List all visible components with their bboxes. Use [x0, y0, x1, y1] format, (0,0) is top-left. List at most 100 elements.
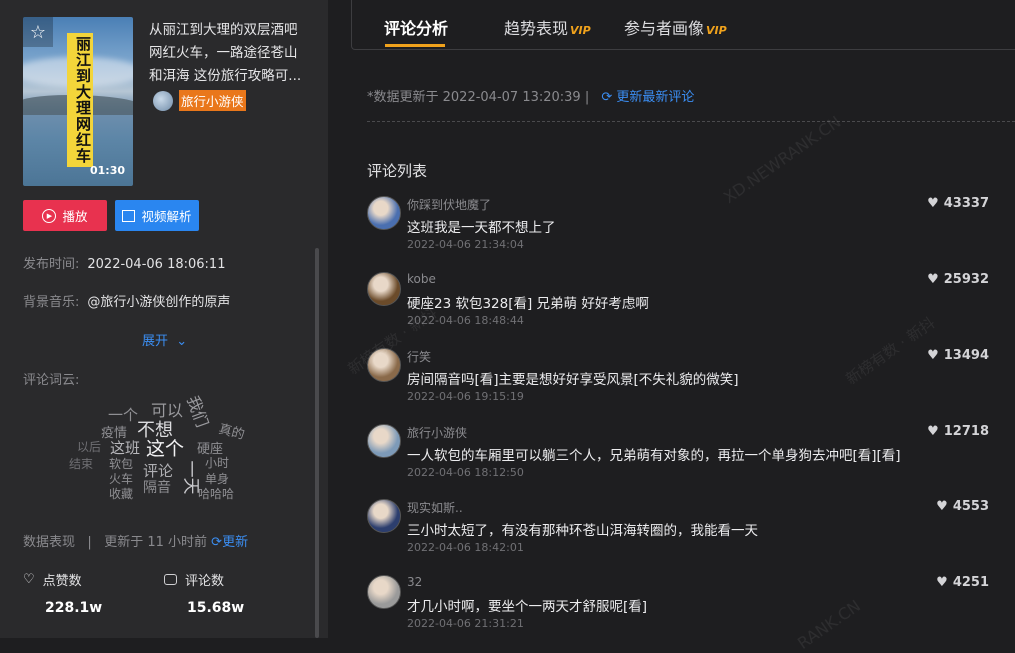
comment-date: 2022-04-06 19:15:19	[407, 390, 524, 403]
user-avatar[interactable]	[367, 575, 401, 609]
user-avatar[interactable]	[367, 499, 401, 533]
wordcloud-word: 隔音	[143, 480, 171, 496]
comment-likes: ♥ 43337	[927, 196, 989, 211]
likes-value: 228.1w	[45, 600, 103, 616]
comment-username[interactable]: 现实如斯..	[407, 499, 463, 516]
analysis-label: 视频解析	[141, 209, 192, 224]
comment-date: 2022-04-06 18:12:50	[407, 466, 524, 479]
update-time: *数据更新于 2022-04-07 13:20:39 |	[367, 90, 590, 105]
comment-item: kobe 硬座23 软包328[看] 兄弟萌 好好考虑啊 2022-04-06 18…	[367, 272, 989, 342]
wordcloud-word: 小时	[205, 456, 230, 470]
heart-icon: ♥	[936, 499, 948, 514]
publish-label: 发布时间:	[23, 257, 80, 272]
comment-username[interactable]: 行笑	[407, 348, 431, 365]
comment-item: 旅行小游侠 一人软包的车厢里可以躺三个人，兄弟萌有对象的，再拉一个单身狗去冲吧[看…	[367, 424, 989, 494]
author-name[interactable]: 旅行小游侠	[179, 90, 246, 111]
user-avatar[interactable]	[367, 196, 401, 230]
tab-bar: 评论分析 趋势表现 VIP 参与者画像 VIP	[351, 0, 1015, 50]
likes-count: 4553	[952, 499, 989, 514]
likes-label: 点赞数	[42, 574, 82, 589]
tab-label: 趋势表现	[504, 19, 569, 38]
stats-header: 数据表现 | 更新于 11 小时前 ⟳更新	[23, 531, 248, 550]
comment-username[interactable]: 32	[407, 575, 422, 589]
watermark: XD.NEWRANK.CN	[720, 112, 845, 207]
user-avatar[interactable]	[367, 272, 401, 306]
vip-badge: VIP	[706, 24, 727, 37]
wordcloud-word: 这个	[146, 438, 185, 460]
comment-username[interactable]: 旅行小游侠	[407, 424, 467, 441]
background-music: 背景音乐: @旅行小游侠创作的原声	[23, 291, 230, 310]
refresh-button[interactable]: ⟳更新	[211, 535, 248, 550]
music-label: 背景音乐:	[23, 295, 80, 310]
publish-value: 2022-04-06 18:06:11	[87, 257, 226, 272]
refresh-icon: ⟳	[211, 535, 223, 550]
likes-count: 43337	[943, 196, 989, 211]
play-button[interactable]: ▶ 播放	[23, 200, 107, 231]
video-info-panel: ☆ 丽江到大理网红车 01:30 从丽江到大理的双层酒吧网红火车，一路途径苍山和…	[0, 0, 328, 638]
image-icon	[122, 209, 136, 222]
comment-text: 三小时太短了，有没有那种环苍山洱海转圈的，我能看一天	[407, 523, 758, 539]
wordcloud-label: 评论词云:	[23, 373, 80, 388]
comment-item: 32 才几小时啊，要坐个一两天才舒服呢[看] 2022-04-06 21:31:21…	[367, 575, 989, 645]
comment-text: 硬座23 软包328[看] 兄弟萌 好好考虑啊	[407, 296, 649, 312]
comment-list-title: 评论列表	[367, 162, 428, 180]
tab-trend[interactable]: 趋势表现 VIP	[504, 15, 591, 39]
comment-likes: ♥ 4553	[936, 499, 989, 514]
heart-icon: ♥	[936, 575, 948, 590]
comment-likes: ♥ 13494	[927, 348, 989, 363]
comment-item: 你踩到伏地魔了 这班我是一天都不想上了 2022-04-06 21:34:04 ♥ 43…	[367, 196, 989, 266]
comments-value: 15.68w	[187, 600, 245, 616]
expand-label: 展开	[142, 334, 169, 349]
tab-label: 参与者画像	[624, 19, 705, 38]
author[interactable]: 旅行小游侠	[153, 90, 246, 111]
heart-icon: ♥	[927, 196, 939, 211]
comment-username[interactable]: kobe	[407, 272, 436, 286]
video-title[interactable]: 从丽江到大理的双层酒吧网红火车，一路途径苍山和洱海 这份旅行攻略可...	[149, 19, 309, 88]
comment-date: 2022-04-06 21:31:21	[407, 617, 524, 630]
chevron-down-icon: ⌄	[172, 334, 188, 349]
heart-icon: ♥	[927, 348, 939, 363]
author-avatar	[153, 90, 173, 111]
tab-comment-analysis[interactable]: 评论分析	[384, 15, 448, 39]
wordcloud-word: 哈哈哈	[198, 487, 235, 501]
video-analysis-button[interactable]: 视频解析	[115, 200, 199, 231]
comment-text: 房间隔音吗[看]主要是想好好享受风景[不失礼貌的微笑]	[407, 372, 739, 388]
divider	[367, 121, 1015, 122]
comment-likes: ♥ 25932	[927, 272, 989, 287]
comment-analysis-panel: 评论分析 趋势表现 VIP 参与者画像 VIP *数据更新于 2022-04-07 …	[338, 0, 1015, 653]
user-avatar[interactable]	[367, 424, 401, 458]
music-value: @旅行小游侠创作的原声	[87, 295, 231, 310]
play-label: 播放	[62, 209, 88, 224]
star-icon[interactable]: ☆	[23, 17, 53, 47]
cover-title: 丽江到大理网红车	[67, 33, 93, 167]
wordcloud-word: 结束	[69, 457, 94, 471]
comment-likes: ♥ 12718	[927, 424, 989, 439]
comment-item: 现实如斯.. 三小时太短了，有没有那种环苍山洱海转圈的，我能看一天 2022-04-…	[367, 499, 989, 569]
refresh-icon: ⟳	[601, 90, 613, 105]
comment-icon	[164, 574, 177, 585]
refresh-comments-button[interactable]: ⟳ 更新最新评论	[601, 90, 694, 105]
stats-divider: |	[87, 535, 92, 550]
heart-icon: ♥	[927, 424, 939, 439]
scrollbar[interactable]	[315, 248, 319, 638]
stats-title: 数据表现	[23, 535, 76, 550]
comment-date: 2022-04-06 18:42:01	[407, 541, 524, 554]
publish-time: 发布时间: 2022-04-06 18:06:11	[23, 253, 225, 272]
likes-count: 4251	[952, 575, 989, 590]
stats-updated: 更新于 11 小时前	[104, 535, 208, 550]
likes-count: 13494	[943, 348, 989, 363]
wordcloud-word: 我们	[183, 393, 213, 430]
wordcloud-word: 以后	[77, 440, 102, 454]
heart-icon: ♥	[927, 272, 939, 287]
heart-outline-icon: ♡	[23, 572, 35, 587]
video-cover[interactable]: ☆ 丽江到大理网红车 01:30	[23, 17, 133, 186]
likes-count: 12718	[943, 424, 989, 439]
comment-username[interactable]: 你踩到伏地魔了	[407, 196, 491, 213]
refresh-label: 更新	[222, 535, 249, 550]
active-tab-indicator	[385, 44, 445, 47]
expand-button[interactable]: 展开 ⌄	[142, 330, 187, 349]
play-icon: ▶	[42, 208, 57, 223]
comments-stat-label: 评论数	[164, 570, 224, 589]
likes-stat-label: ♡ 点赞数	[23, 570, 82, 589]
tab-audience-portrait[interactable]: 参与者画像 VIP	[624, 15, 727, 39]
